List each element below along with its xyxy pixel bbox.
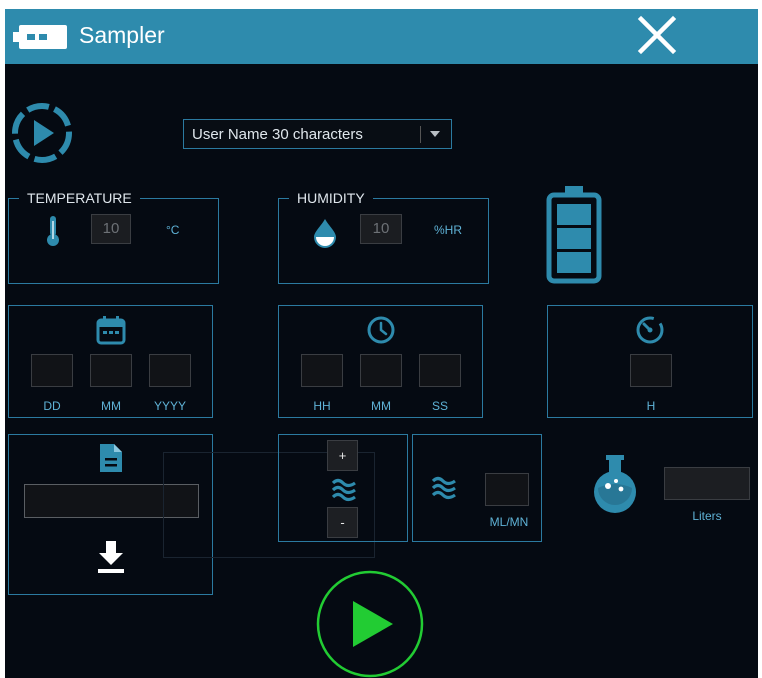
- minute-field[interactable]: [360, 354, 402, 387]
- day-label: DD: [43, 399, 61, 413]
- close-button[interactable]: [637, 14, 677, 56]
- time-panel: HH MM SS: [278, 305, 483, 418]
- second-label: SS: [431, 399, 448, 413]
- minute-label: MM: [371, 399, 391, 413]
- humidity-value: 10: [372, 220, 390, 237]
- autostart-icon[interactable]: [10, 101, 74, 165]
- temperature-value: 10: [102, 220, 120, 237]
- day-field[interactable]: [31, 354, 73, 387]
- humidity-field[interactable]: 10: [360, 214, 402, 244]
- date-panel: DD MM YYYY: [8, 305, 213, 418]
- second-field[interactable]: [419, 354, 461, 387]
- hour-label: HH: [313, 399, 331, 413]
- download-icon[interactable]: [96, 540, 126, 574]
- chevron-down-icon[interactable]: [430, 131, 440, 137]
- battery-horizontal-icon: [13, 25, 67, 49]
- month-field[interactable]: [90, 354, 132, 387]
- volume-unit: Liters: [692, 509, 722, 523]
- humidity-panel: HUMIDITY 10 %HR: [278, 189, 489, 284]
- flow-rate-unit: ML/MN: [489, 515, 529, 529]
- sampler-window: Sampler User Name 30 characters TEMPERAT…: [5, 9, 758, 678]
- select-divider: [420, 126, 421, 143]
- flow-increase-button[interactable]: +: [327, 440, 358, 471]
- play-icon: [353, 601, 393, 647]
- file-icon: [100, 444, 122, 472]
- temperature-unit: °C: [166, 223, 180, 237]
- humidity-legend: HUMIDITY: [289, 189, 373, 207]
- duration-panel: H: [547, 305, 753, 418]
- battery-vertical-icon: [546, 186, 602, 284]
- title-bar: Sampler: [5, 9, 758, 64]
- droplet-icon: [314, 219, 336, 248]
- flow-adjust-panel: + -: [278, 434, 408, 542]
- thermometer-icon: [47, 216, 59, 246]
- close-icon: [637, 15, 677, 55]
- temperature-legend: TEMPERATURE: [19, 189, 140, 207]
- month-label: MM: [101, 399, 121, 413]
- user-select-value: User Name 30 characters: [192, 126, 363, 143]
- year-label: YYYY: [153, 399, 186, 413]
- humidity-unit: %HR: [434, 223, 463, 237]
- temperature-panel: TEMPERATURE 10 °C: [8, 189, 219, 284]
- flask-icon: [594, 455, 636, 513]
- volume-field[interactable]: [664, 467, 750, 500]
- calendar-icon: [96, 316, 126, 345]
- flow-waves-icon: [431, 476, 456, 500]
- play-button[interactable]: [315, 569, 425, 678]
- flow-waves-icon: [331, 478, 356, 502]
- timer-icon: [636, 316, 664, 344]
- hour-field[interactable]: [301, 354, 343, 387]
- year-field[interactable]: [149, 354, 191, 387]
- flow-rate-field[interactable]: [485, 473, 529, 506]
- duration-hours-field[interactable]: [630, 354, 672, 387]
- flow-decrease-button[interactable]: -: [327, 507, 358, 538]
- flow-rate-panel: ML/MN: [412, 434, 542, 542]
- user-select[interactable]: User Name 30 characters: [183, 119, 452, 149]
- window-title: Sampler: [79, 22, 165, 48]
- duration-label: H: [646, 399, 656, 413]
- clock-icon: [367, 316, 395, 344]
- temperature-field[interactable]: 10: [91, 214, 131, 244]
